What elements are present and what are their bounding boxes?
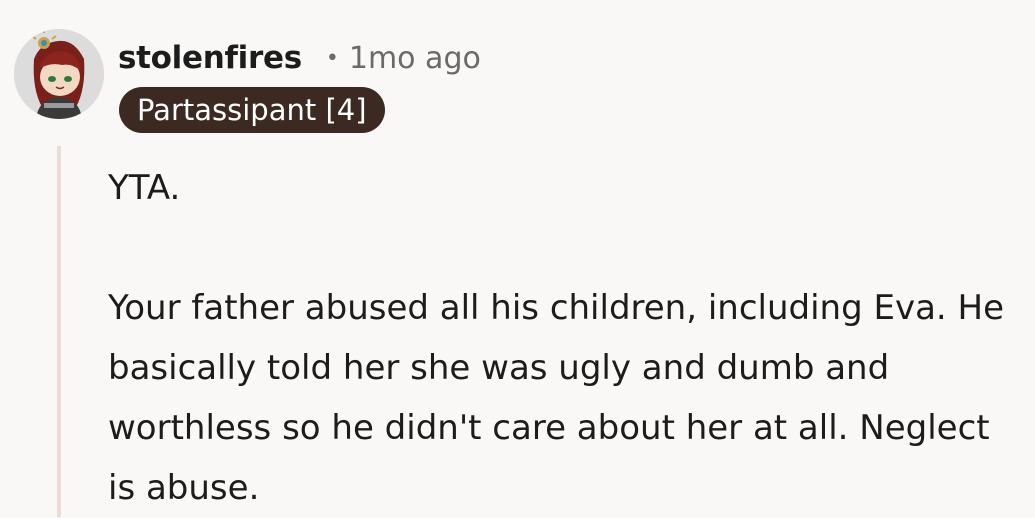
avatar[interactable] bbox=[14, 29, 104, 119]
avatar-icon bbox=[14, 29, 104, 119]
comment-timestamp[interactable]: 1mo ago bbox=[349, 41, 481, 76]
comment-paragraph: Your father abused all his children, inc… bbox=[108, 288, 1005, 508]
user-flair-badge: Partassipant [4] bbox=[119, 87, 385, 133]
comment: stolenfires • 1mo ago Partassipant [4] Y… bbox=[0, 0, 1035, 517]
comment-paragraph: YTA. bbox=[108, 168, 181, 208]
thread-collapse-line[interactable] bbox=[57, 146, 61, 517]
comment-body: YTA. Your father abused all his children… bbox=[108, 158, 1008, 518]
meta-separator: • bbox=[325, 45, 339, 71]
comment-meta: stolenfires • 1mo ago bbox=[118, 38, 481, 78]
username-link[interactable]: stolenfires bbox=[118, 40, 302, 76]
